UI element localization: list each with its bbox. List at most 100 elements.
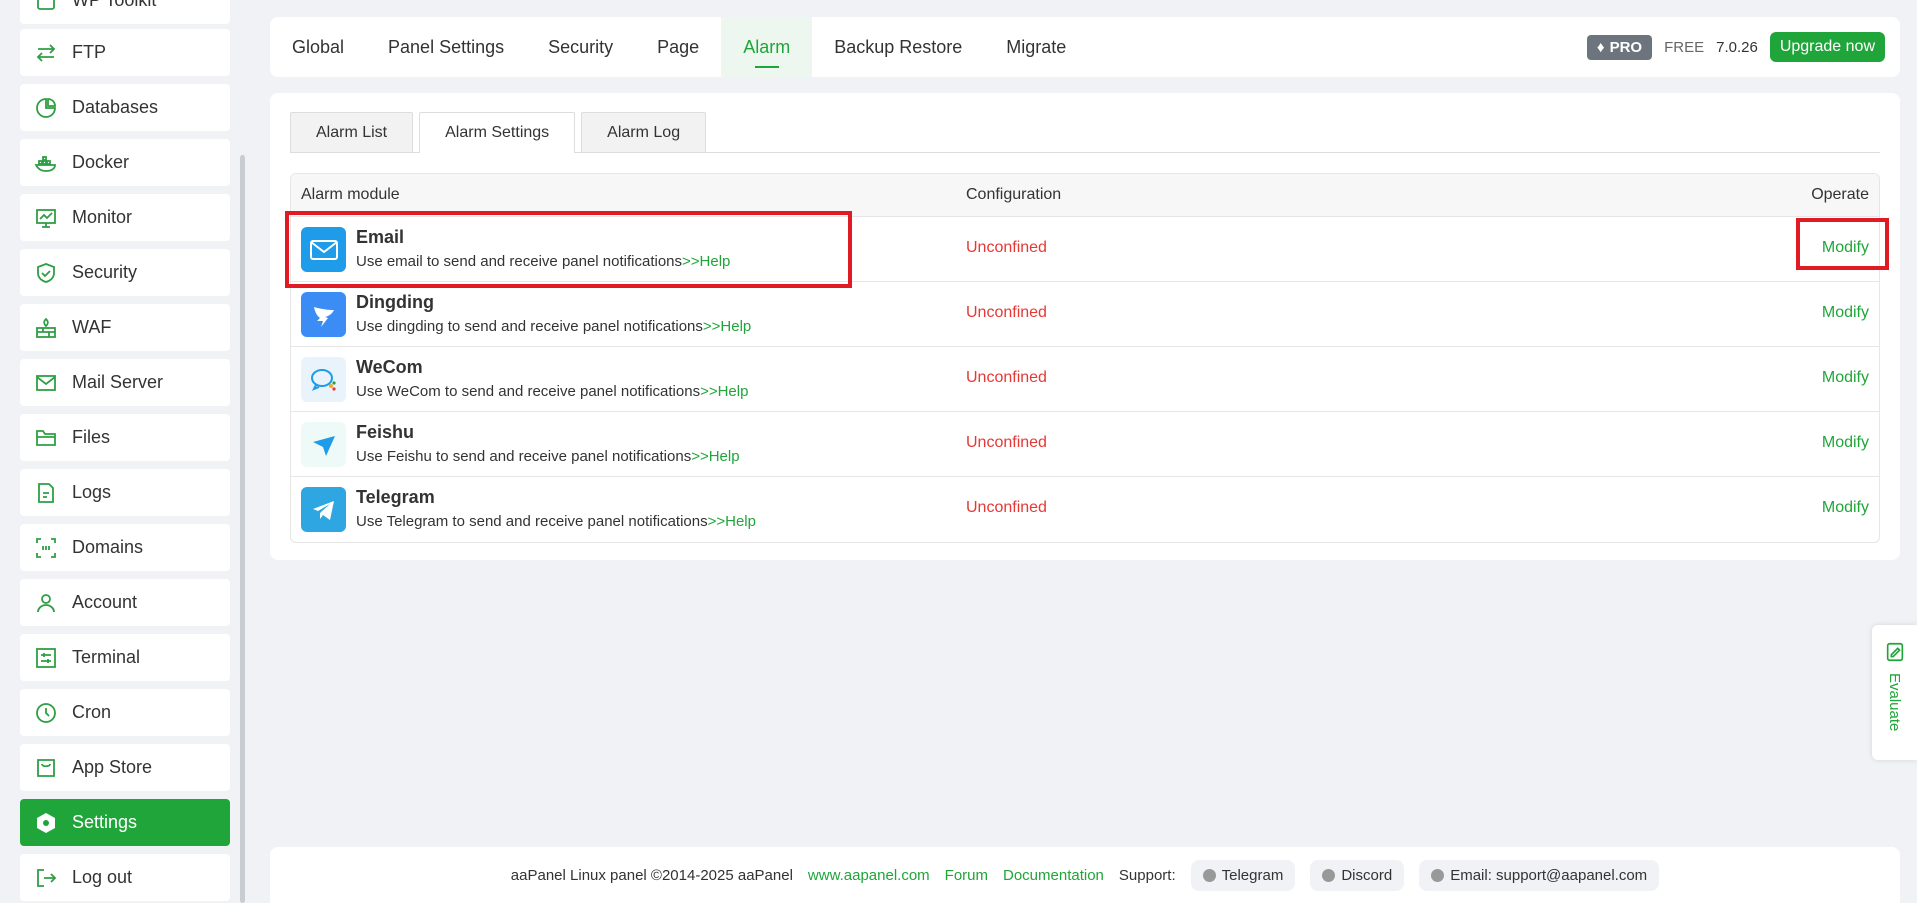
modify-highlight <box>1796 218 1889 270</box>
pie-chart-icon <box>34 96 58 120</box>
tab-security[interactable]: Security <box>526 17 635 77</box>
telegram-label: Telegram <box>1221 866 1284 884</box>
description-text: Use Telegram to send and receive panel n… <box>356 513 708 530</box>
sidebar-item-label: App Store <box>72 757 153 777</box>
version-area: ♦ PRO FREE 7.0.26 Upgrade now <box>1586 17 1885 77</box>
sidebar-item-account[interactable]: Account <box>20 579 230 626</box>
config-status: Unconfined <box>966 499 1047 516</box>
diamond-icon: ♦ <box>1596 38 1605 56</box>
sidebar-item-label: Domains <box>72 537 144 557</box>
header-operate: Operate <box>1811 186 1869 203</box>
config-status: Unconfined <box>966 434 1047 451</box>
telegram-support-link[interactable]: Telegram <box>1190 859 1296 891</box>
help-link[interactable]: >>Help <box>700 383 748 400</box>
module-name: Telegram <box>356 487 435 507</box>
sidebar-item-cron[interactable]: Cron <box>20 689 230 736</box>
pro-label: PRO <box>1609 38 1643 56</box>
help-link[interactable]: >>Help <box>703 318 751 335</box>
help-link[interactable]: >>Help <box>691 448 739 465</box>
tab-page[interactable]: Page <box>635 17 721 77</box>
help-link[interactable]: >>Help <box>708 513 756 530</box>
modify-button[interactable]: Modify <box>1822 434 1869 452</box>
sidebar-item-files[interactable]: Files <box>20 414 230 461</box>
upgrade-now-button[interactable]: Upgrade now <box>1769 32 1885 62</box>
description-text: Use WeCom to send and receive panel noti… <box>356 383 701 400</box>
subtab-alarm-list[interactable]: Alarm List <box>290 112 414 152</box>
tab-migrate[interactable]: Migrate <box>984 17 1088 77</box>
logout-icon <box>34 866 58 890</box>
tab-panel-settings[interactable]: Panel Settings <box>366 17 526 77</box>
module-name: Dingding <box>356 292 434 312</box>
description-text: Use dingding to send and receive panel n… <box>356 318 703 335</box>
docker-icon <box>34 151 58 175</box>
discord-support-link[interactable]: Discord <box>1310 859 1405 891</box>
config-status: Unconfined <box>966 369 1047 386</box>
email-label: Email: support@aapanel.com <box>1450 866 1648 884</box>
terminal-icon <box>34 646 58 670</box>
sidebar-item-domains[interactable]: Domains <box>20 524 230 571</box>
documentation-link[interactable]: Documentation <box>1003 867 1104 884</box>
table-row-feishu: Feishu Use Feishu to send and receive pa… <box>291 412 1879 477</box>
module-name: WeCom <box>356 357 423 377</box>
log-icon <box>34 481 58 505</box>
sidebar-item-logs[interactable]: Logs <box>20 469 230 516</box>
sidebar-item-label: Settings <box>72 812 138 832</box>
sidebar-item-monitor[interactable]: Monitor <box>20 194 230 241</box>
config-status: Unconfined <box>966 239 1047 256</box>
folder-icon <box>34 426 58 450</box>
discord-icon <box>1322 868 1336 882</box>
sidebar-item-mail-server[interactable]: Mail Server <box>20 359 230 406</box>
module-name: Feishu <box>356 422 415 442</box>
free-label: FREE <box>1664 38 1705 56</box>
sidebar-item-label: Log out <box>72 867 133 887</box>
shield-icon <box>34 261 58 285</box>
sidebar-item-ftp[interactable]: FTP <box>20 29 230 76</box>
sidebar-item-log-out[interactable]: Log out <box>20 854 230 901</box>
sidebar-item-settings[interactable]: Settings <box>20 799 230 846</box>
website-link[interactable]: www.aapanel.com <box>808 867 930 884</box>
tab-global[interactable]: Global <box>270 17 366 77</box>
clock-icon <box>34 701 58 725</box>
modify-button[interactable]: Modify <box>1822 304 1869 322</box>
modify-button[interactable]: Modify <box>1822 369 1869 387</box>
sidebar-item-terminal[interactable]: Terminal <box>20 634 230 681</box>
sidebar-item-waf[interactable]: WAF <box>20 304 230 351</box>
sidebar-item-docker[interactable]: Docker <box>20 139 230 186</box>
pro-badge[interactable]: ♦ PRO <box>1586 34 1653 60</box>
subtab-alarm-settings[interactable]: Alarm Settings <box>419 112 576 153</box>
sidebar-item-databases[interactable]: Databases <box>20 84 230 131</box>
module-description: Use WeCom to send and receive panel noti… <box>356 383 748 400</box>
sidebar-item-label: Account <box>72 592 138 612</box>
edit-icon <box>1886 642 1903 662</box>
sidebar-item-wp-toolkit[interactable]: WP Toolkit <box>20 0 230 24</box>
evaluate-label: Evaluate <box>1886 673 1903 732</box>
discord-label: Discord <box>1341 866 1393 884</box>
toolkit-icon <box>34 0 58 13</box>
description-text: Use Feishu to send and receive panel not… <box>356 448 692 465</box>
module-description: Use Feishu to send and receive panel not… <box>356 448 740 465</box>
sidebar-item-label: Monitor <box>72 207 133 227</box>
email-support-link[interactable]: Email: support@aapanel.com <box>1419 859 1660 891</box>
sidebar: WP Toolkit FTP Databases Docker Monitor … <box>0 0 250 903</box>
version-number: 7.0.26 <box>1716 38 1758 56</box>
tab-backup-restore[interactable]: Backup Restore <box>812 17 984 77</box>
forum-link[interactable]: Forum <box>945 867 988 884</box>
module-description: Use dingding to send and receive panel n… <box>356 318 751 335</box>
copyright-text: aaPanel Linux panel ©2014-2025 aaPanel <box>510 866 793 884</box>
sidebar-item-label: WP Toolkit <box>72 0 157 10</box>
dingding-icon <box>301 292 346 337</box>
telegram-icon <box>1202 868 1216 882</box>
subtab-alarm-log[interactable]: Alarm Log <box>581 112 707 152</box>
support-label: Support: <box>1118 866 1176 884</box>
table-row-dingding: Dingding Use dingding to send and receiv… <box>291 282 1879 347</box>
modify-button[interactable]: Modify <box>1822 499 1869 517</box>
sidebar-scrollbar[interactable] <box>240 155 245 903</box>
sidebar-item-app-store[interactable]: App Store <box>20 744 230 791</box>
tab-alarm[interactable]: Alarm <box>721 17 813 77</box>
settings-top-nav: Global Panel Settings Security Page Alar… <box>270 17 1900 77</box>
sidebar-item-label: Logs <box>72 482 112 502</box>
user-icon <box>34 591 58 615</box>
evaluate-button[interactable]: Evaluate <box>1872 625 1917 760</box>
transfer-icon <box>34 41 58 65</box>
sidebar-item-security[interactable]: Security <box>20 249 230 296</box>
